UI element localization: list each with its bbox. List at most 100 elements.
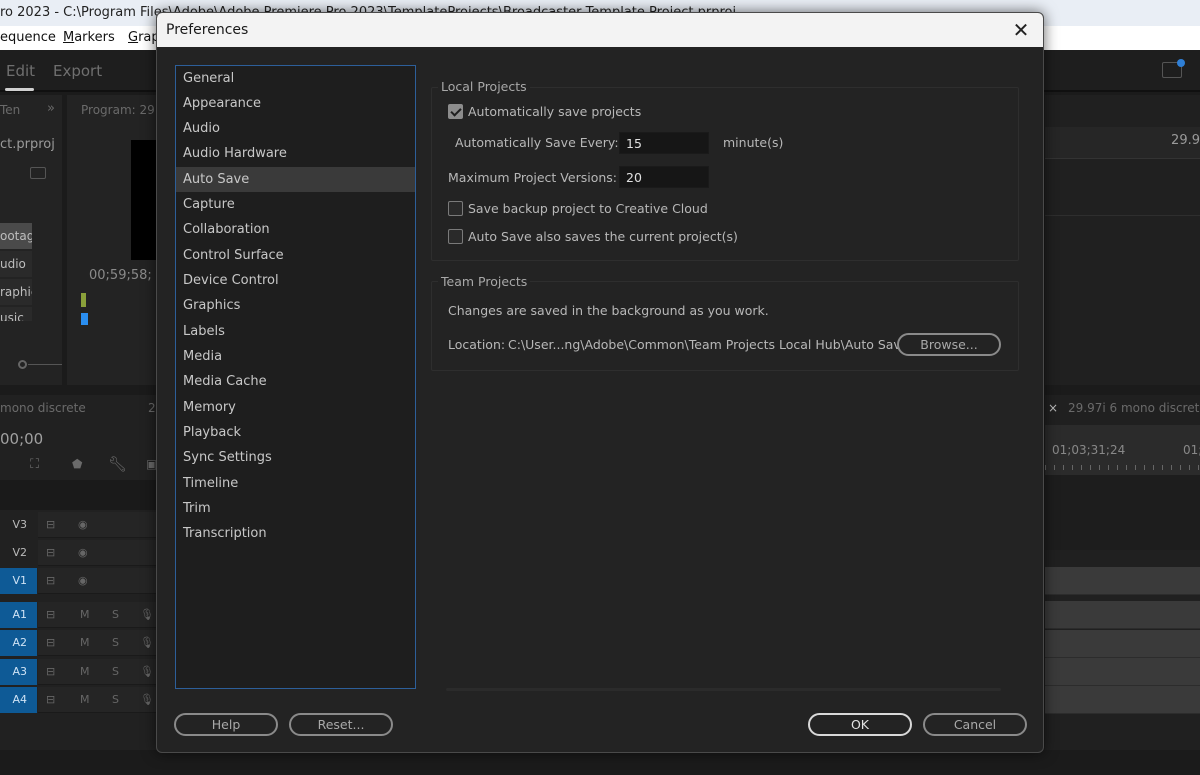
eye-icon[interactable]: ◉ bbox=[78, 546, 88, 559]
track-a4-controls: ⊟ M S 🎙︎ bbox=[38, 687, 160, 713]
track-v3-controls: ⊟ ◉ bbox=[38, 512, 160, 538]
close-sequence-icon[interactable]: × bbox=[1048, 401, 1058, 415]
mute-button[interactable]: M bbox=[80, 608, 90, 621]
category-media-cache[interactable]: Media Cache bbox=[176, 369, 415, 394]
eye-icon[interactable]: ◉ bbox=[78, 518, 88, 531]
timeline-row[interactable] bbox=[1045, 601, 1200, 629]
location-label: Location: bbox=[448, 337, 506, 352]
track-a4[interactable]: A4 bbox=[0, 687, 37, 713]
also-saves-checkbox[interactable] bbox=[448, 229, 463, 244]
track-v3[interactable]: V3 bbox=[0, 512, 37, 538]
category-graphics[interactable]: Graphics bbox=[176, 293, 415, 318]
sequence-tab-right[interactable]: 29.97i 6 mono discrete bbox=[1068, 401, 1200, 415]
track-a2-controls: ⊟ M S 🎙︎ bbox=[38, 630, 160, 656]
project-panel-tab[interactable]: Ten bbox=[0, 103, 20, 117]
mute-button[interactable]: M bbox=[80, 665, 90, 678]
panel-overflow-icon[interactable]: » bbox=[47, 101, 55, 116]
category-capture[interactable]: Capture bbox=[176, 192, 415, 217]
category-playback[interactable]: Playback bbox=[176, 420, 415, 445]
help-button[interactable]: Help bbox=[174, 713, 278, 736]
sequence-tab[interactable]: mono discrete bbox=[0, 401, 86, 415]
category-control-surface[interactable]: Control Surface bbox=[176, 243, 415, 268]
time-ruler[interactable]: 01;03;31;24 01; bbox=[1045, 425, 1200, 475]
mute-button[interactable]: M bbox=[80, 693, 90, 706]
bin-item[interactable]: ootage bbox=[0, 223, 32, 249]
category-media[interactable]: Media bbox=[176, 344, 415, 369]
bin-item[interactable]: raphic bbox=[0, 279, 32, 305]
workspace-tab-edit[interactable]: Edit bbox=[6, 62, 35, 80]
microphone-icon[interactable]: 🎙︎ bbox=[140, 636, 154, 649]
sync-lock-icon[interactable]: ⊟ bbox=[46, 546, 55, 559]
category-sync-settings[interactable]: Sync Settings bbox=[176, 445, 415, 470]
cancel-button[interactable]: Cancel bbox=[923, 713, 1027, 736]
sync-lock-icon[interactable]: ⊟ bbox=[46, 608, 55, 621]
active-tab-indicator bbox=[5, 88, 34, 91]
ok-button[interactable]: OK bbox=[808, 713, 912, 736]
category-audio-hardware[interactable]: Audio Hardware bbox=[176, 141, 415, 166]
microphone-icon[interactable]: 🎙︎ bbox=[140, 608, 154, 621]
timeline-row[interactable] bbox=[1045, 567, 1200, 595]
horizontal-scrollbar[interactable] bbox=[446, 688, 1001, 691]
auto-save-checkbox[interactable] bbox=[448, 104, 463, 119]
solo-button[interactable]: S bbox=[112, 665, 119, 678]
menu-item-rest: arkers bbox=[74, 30, 115, 45]
sync-lock-icon[interactable]: ⊟ bbox=[46, 636, 55, 649]
track-v2[interactable]: V2 bbox=[0, 540, 37, 566]
category-labels[interactable]: Labels bbox=[176, 319, 415, 344]
workspace-tab-export[interactable]: Export bbox=[53, 62, 102, 80]
category-collaboration[interactable]: Collaboration bbox=[176, 217, 415, 242]
sync-lock-icon[interactable]: ⊟ bbox=[46, 574, 55, 587]
timeline-row[interactable] bbox=[1045, 630, 1200, 658]
category-trim[interactable]: Trim bbox=[176, 496, 415, 521]
sync-lock-icon[interactable]: ⊟ bbox=[46, 693, 55, 706]
track-v1[interactable]: V1 bbox=[0, 568, 37, 594]
close-icon[interactable]: ✕ bbox=[1009, 18, 1033, 42]
location-value: C:\User...ng\Adobe\Common\Team Projects … bbox=[508, 337, 916, 352]
playhead-marker[interactable] bbox=[81, 313, 88, 325]
menu-mnemonic: G bbox=[128, 30, 139, 45]
timeline-row[interactable] bbox=[1045, 686, 1200, 714]
linked-selection-icon[interactable]: ⛶ bbox=[30, 457, 39, 472]
category-memory[interactable]: Memory bbox=[176, 395, 415, 420]
menu-item-graphics[interactable]: Grap bbox=[128, 26, 160, 50]
wrench-icon[interactable]: 🔧︎ bbox=[108, 455, 127, 473]
solo-button[interactable]: S bbox=[112, 608, 119, 621]
category-auto-save[interactable]: Auto Save bbox=[176, 167, 415, 192]
browse-button[interactable]: Browse... bbox=[897, 333, 1001, 356]
track-a3-controls: ⊟ M S 🎙︎ bbox=[38, 659, 160, 685]
track-a3[interactable]: A3 bbox=[0, 659, 37, 685]
menu-item-markers[interactable]: Markers bbox=[63, 26, 115, 50]
timeline-timecode[interactable]: 00;00 bbox=[0, 430, 43, 448]
category-timeline[interactable]: Timeline bbox=[176, 471, 415, 496]
bin-item[interactable]: udio bbox=[0, 251, 32, 277]
sync-lock-icon[interactable]: ⊟ bbox=[46, 518, 55, 531]
solo-button[interactable]: S bbox=[112, 693, 119, 706]
sync-lock-icon[interactable]: ⊟ bbox=[46, 665, 55, 678]
zoom-slider-handle[interactable] bbox=[18, 360, 27, 369]
also-saves-label: Auto Save also saves the current project… bbox=[468, 229, 738, 244]
timeline-row[interactable] bbox=[1045, 658, 1200, 686]
zoom-slider-track[interactable] bbox=[28, 364, 62, 365]
category-appearance[interactable]: Appearance bbox=[176, 91, 415, 116]
menu-item-sequence[interactable]: equence bbox=[0, 26, 56, 50]
category-transcription[interactable]: Transcription bbox=[176, 521, 415, 546]
eye-icon[interactable]: ◉ bbox=[78, 574, 88, 587]
track-a1[interactable]: A1 bbox=[0, 602, 37, 628]
mute-button[interactable]: M bbox=[80, 636, 90, 649]
category-device-control[interactable]: Device Control bbox=[176, 268, 415, 293]
microphone-icon[interactable]: 🎙︎ bbox=[140, 693, 154, 706]
microphone-icon[interactable]: 🎙︎ bbox=[140, 665, 154, 678]
max-versions-input[interactable] bbox=[619, 166, 709, 188]
search-icon[interactable] bbox=[30, 167, 46, 179]
category-general[interactable]: General bbox=[176, 66, 415, 91]
quick-export-icon[interactable] bbox=[1162, 59, 1185, 78]
category-audio[interactable]: Audio bbox=[176, 116, 415, 141]
track-a2[interactable]: A2 bbox=[0, 630, 37, 656]
save-every-input[interactable] bbox=[619, 132, 709, 154]
bin-item[interactable]: usic bbox=[0, 307, 32, 321]
backup-cc-checkbox[interactable] bbox=[448, 201, 463, 216]
solo-button[interactable]: S bbox=[112, 636, 119, 649]
reset-button[interactable]: Reset... bbox=[289, 713, 393, 736]
add-marker-icon[interactable]: ⬟ bbox=[72, 457, 82, 471]
max-versions-label: Maximum Project Versions: bbox=[448, 170, 617, 185]
